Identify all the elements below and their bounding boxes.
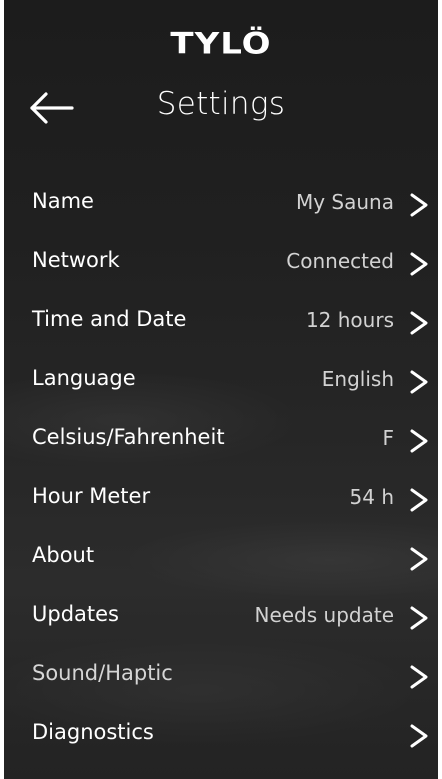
settings-row-diagnostics[interactable]: Diagnostics [0,704,442,763]
settings-row-hour-meter[interactable]: Hour Meter 54 h [0,468,442,527]
row-value: My Sauna [295,190,394,214]
header: Settings [0,82,442,134]
settings-row-about[interactable]: About [0,527,442,586]
row-label: Sound/Haptic [32,661,173,685]
row-label: Time and Date [32,307,187,331]
chevron-right-icon [410,252,428,276]
chevron-right-icon [410,370,428,394]
row-label: Language [32,366,136,390]
chevron-right-icon [410,311,428,335]
row-label: Network [32,248,120,272]
chevron-right-icon [410,665,428,689]
row-label: Hour Meter [32,484,151,508]
settings-row-language[interactable]: Language English [0,350,442,409]
row-value: F [382,426,394,450]
chevron-right-icon [410,193,428,217]
row-label: Diagnostics [32,720,154,744]
chevron-right-icon [410,488,428,512]
row-label: Celsius/Fahrenheit [32,425,225,449]
settings-row-name[interactable]: Name My Sauna [0,173,442,232]
settings-row-celsius-fahrenheit[interactable]: Celsius/Fahrenheit F [0,409,442,468]
settings-screen: TYLÖ Settings Name My Sauna Network Conn… [0,0,442,779]
row-value: Needs update [254,603,394,627]
row-value: 12 hours [305,308,394,332]
row-value: English [321,367,394,391]
row-value: 54 h [349,485,394,509]
chevron-right-icon [410,606,428,630]
row-label: Updates [32,602,119,626]
chevron-right-icon [410,429,428,453]
row-label: Name [32,189,94,213]
settings-row-updates[interactable]: Updates Needs update [0,586,442,645]
row-label: About [32,543,95,567]
row-value: Connected [286,249,394,273]
settings-row-network[interactable]: Network Connected [0,232,442,291]
settings-row-sound-haptic[interactable]: Sound/Haptic [0,645,442,704]
settings-row-time-and-date[interactable]: Time and Date 12 hours [0,291,442,350]
chevron-right-icon [410,724,428,748]
chevron-right-icon [410,547,428,571]
brand-logo: TYLÖ [170,27,272,61]
page-title: Settings [156,86,286,122]
settings-list: Name My Sauna Network Connected Time and… [0,173,442,763]
